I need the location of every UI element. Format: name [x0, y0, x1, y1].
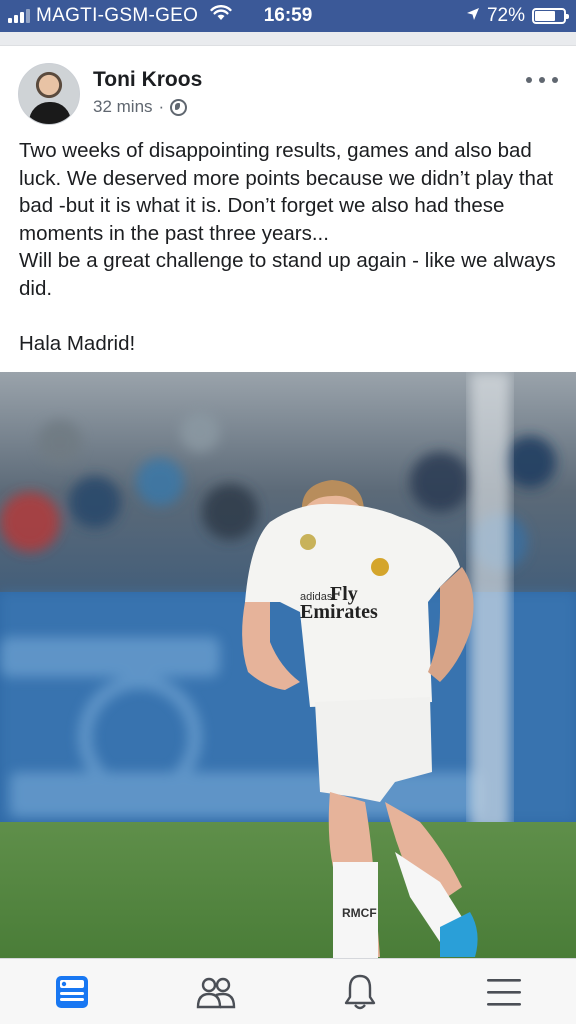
carrier-name: MAGTI-GSM-GEO [36, 5, 199, 26]
svg-text:RMCF: RMCF [342, 906, 377, 920]
news-feed-icon [56, 975, 88, 1008]
globe-icon [170, 98, 188, 116]
battery-icon [532, 8, 569, 24]
tab-notifications[interactable] [330, 962, 390, 1022]
post-text: Two weeks of disappointing results, game… [19, 139, 556, 355]
post-time[interactable]: 32 mins [93, 97, 153, 117]
dot-icon [552, 77, 558, 83]
location-arrow-icon [466, 5, 480, 27]
status-left: MAGTI-GSM-GEO [8, 0, 232, 32]
feed-divider [0, 32, 576, 46]
more-options-button[interactable] [526, 70, 558, 90]
tab-friends[interactable] [186, 962, 246, 1022]
tab-menu[interactable] [474, 962, 534, 1022]
status-right: 72% [466, 0, 569, 32]
jersey-sponsor-line2: Emirates [300, 601, 378, 623]
tab-news-feed[interactable] [42, 962, 102, 1022]
football-player-photo: RMCF adidas Fly Emirates [0, 372, 576, 958]
post-meta: 32 mins · [93, 97, 188, 117]
post-photo[interactable]: RMCF adidas Fly Emirates [0, 372, 576, 958]
wifi-icon [210, 5, 232, 27]
signal-icon [8, 9, 30, 23]
notifications-icon [344, 974, 376, 1009]
battery-percent: 72% [486, 5, 525, 26]
author-name[interactable]: Toni Kroos [93, 68, 202, 92]
dot-icon [526, 77, 532, 83]
dot-icon [539, 77, 545, 83]
menu-icon [487, 978, 521, 1006]
battery-fill [535, 11, 556, 21]
status-bar: MAGTI-GSM-GEO 16:59 72% [0, 0, 576, 32]
friends-icon [196, 977, 236, 1008]
bottom-tab-bar [0, 958, 576, 1024]
meta-separator: · [158, 97, 165, 116]
author-avatar[interactable] [18, 63, 80, 125]
